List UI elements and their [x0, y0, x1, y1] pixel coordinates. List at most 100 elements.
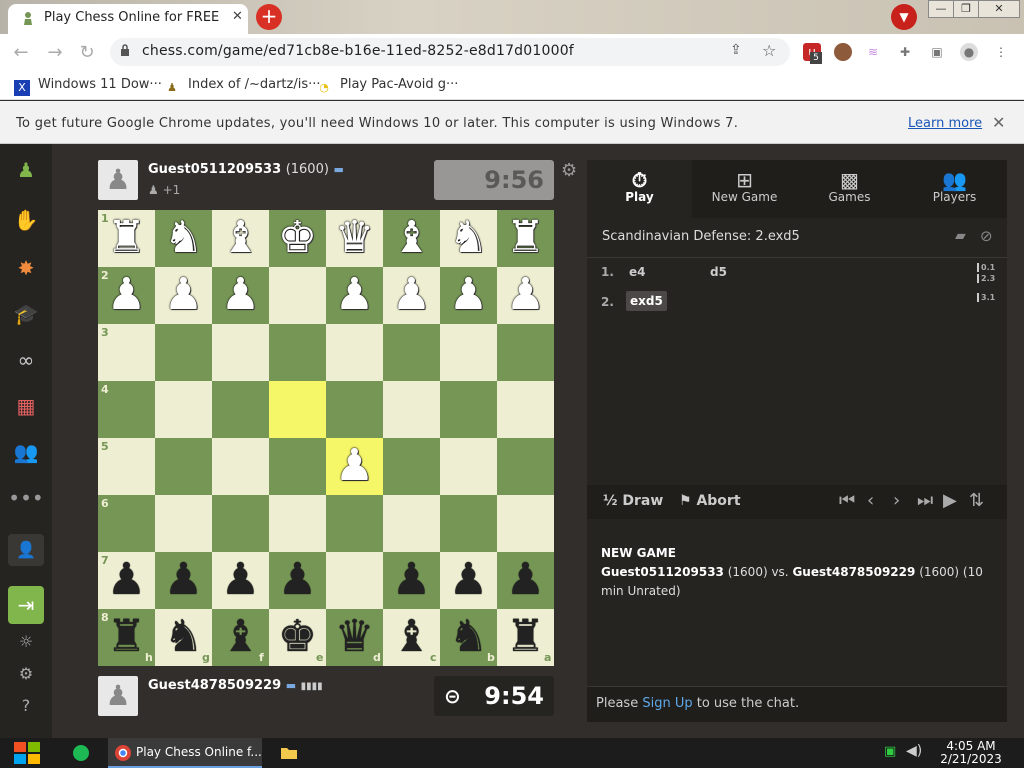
board-square[interactable] — [326, 552, 383, 609]
white-bishop[interactable]: ♝ — [212, 210, 269, 267]
white-pawn[interactable]: ♟ — [155, 267, 212, 324]
bottom-player-avatar[interactable]: ♟ — [98, 676, 138, 716]
window-close-button[interactable]: ✕ — [978, 0, 1020, 18]
white-pawn[interactable]: ♟ — [497, 267, 554, 324]
volume-icon[interactable]: ◀) — [906, 743, 922, 759]
social-icon[interactable]: 👥 — [8, 436, 44, 468]
white-rook[interactable]: ♜ — [497, 210, 554, 267]
back-icon[interactable]: ← — [10, 42, 32, 63]
share-icon[interactable]: ⇪ — [730, 42, 742, 58]
board-square[interactable] — [269, 438, 326, 495]
black-pawn[interactable]: ♟ — [269, 552, 326, 609]
chesscom-logo-icon[interactable]: ♟ — [8, 154, 44, 186]
top-player-avatar[interactable]: ♟ — [98, 160, 138, 200]
chess-board[interactable]: ♜ ♞ ♝ ♚ ♛ ♝ ♞ ♜ 1 ♟ ♟ ♟ ♟ ♟ ♟ ♟ 2 3 4 ♟ 5 6 ♟ ♟ ♟ ♟ ♟ ♟ ♟ 7 ♜ ♞ ♝ ♚ ♛ ♝ ♞ ♜ 8 h… — [98, 210, 554, 666]
board-square[interactable] — [212, 438, 269, 495]
help-icon[interactable]: ? — [8, 690, 44, 722]
bookmark-windows11[interactable]: X Windows 11 Dow··· — [14, 77, 162, 96]
tab-search-button[interactable]: ▼ — [891, 4, 917, 30]
white-knight[interactable]: ♞ — [440, 210, 497, 267]
white-queen[interactable]: ♛ — [326, 210, 383, 267]
board-square[interactable] — [155, 495, 212, 552]
next-move-icon[interactable]: › — [893, 490, 900, 511]
new-tab-button[interactable]: + — [256, 4, 282, 30]
signup-icon[interactable]: 👤 — [8, 534, 44, 566]
first-move-icon[interactable]: ⏮ — [839, 490, 855, 511]
more-icon[interactable]: ••• — [8, 482, 44, 514]
board-square[interactable] — [497, 381, 554, 438]
board-square[interactable] — [440, 495, 497, 552]
profile-extension-icon[interactable] — [834, 43, 852, 61]
maximize-button[interactable]: ❐ — [953, 0, 979, 18]
learn-icon[interactable]: 🎓 — [8, 298, 44, 330]
extension-icon[interactable]: ≋ — [864, 43, 882, 61]
folder-icon[interactable] — [278, 742, 300, 764]
board-square[interactable] — [326, 324, 383, 381]
learn-more-link[interactable]: Learn more — [908, 116, 982, 131]
book-icon[interactable]: ▰ — [955, 228, 966, 244]
board-square[interactable] — [212, 324, 269, 381]
bookmark-index[interactable]: ♟ Index of /~dartz/is··· — [164, 77, 320, 96]
signup-link[interactable]: Sign Up — [642, 696, 692, 711]
board-square[interactable] — [383, 438, 440, 495]
white-knight[interactable]: ♞ — [155, 210, 212, 267]
windows-start-icon[interactable] — [10, 738, 44, 768]
board-square[interactable] — [155, 381, 212, 438]
bookmark-star-icon[interactable]: ☆ — [762, 41, 776, 60]
prev-move-icon[interactable]: ‹ — [867, 490, 874, 511]
move-black[interactable]: d5 — [710, 265, 727, 279]
board-square[interactable] — [383, 324, 440, 381]
abort-button[interactable]: ⚑ Abort — [679, 493, 741, 509]
board-settings-gear-icon[interactable]: ⚙ — [561, 160, 577, 181]
move-white-current[interactable]: exd5 — [626, 291, 667, 311]
side-panel-icon[interactable]: ▣ — [928, 43, 946, 61]
board-square[interactable] — [440, 438, 497, 495]
autoplay-icon[interactable]: ▶ — [943, 490, 957, 511]
white-pawn[interactable]: ♟ — [440, 267, 497, 324]
tab-players[interactable]: 👥 Players — [902, 160, 1007, 218]
settings-icon[interactable]: ⚙ — [8, 658, 44, 690]
board-square[interactable] — [440, 381, 497, 438]
draw-button[interactable]: ½ Draw — [603, 493, 663, 509]
board-square[interactable] — [326, 381, 383, 438]
board-square[interactable] — [269, 324, 326, 381]
tab-new-game[interactable]: ⊞ New Game — [692, 160, 797, 218]
board-square[interactable] — [383, 381, 440, 438]
reload-icon[interactable]: ↻ — [76, 42, 98, 63]
black-pawn[interactable]: ♟ — [155, 552, 212, 609]
compass-icon[interactable]: ⊘ — [980, 227, 993, 245]
black-pawn[interactable]: ♟ — [497, 552, 554, 609]
puzzle-extensions-icon[interactable]: ✚ — [896, 43, 914, 61]
white-king[interactable]: ♚ — [269, 210, 326, 267]
puzzles-icon[interactable]: ✸ — [8, 252, 44, 284]
white-bishop[interactable]: ♝ — [383, 210, 440, 267]
login-icon[interactable]: ⇥ — [8, 586, 44, 624]
board-square[interactable] — [155, 324, 212, 381]
menu-kebab-icon[interactable]: ⋮ — [992, 43, 1010, 61]
white-pawn[interactable]: ♟ — [212, 267, 269, 324]
tab-games[interactable]: ▩ Games — [797, 160, 902, 218]
white-pawn[interactable]: ♟ — [326, 267, 383, 324]
chrome-taskbar-button[interactable]: Play Chess Online f... — [108, 738, 262, 768]
flip-board-icon[interactable]: ⇅ — [969, 490, 984, 511]
watch-icon[interactable]: ∞ — [8, 344, 44, 376]
board-square[interactable] — [269, 495, 326, 552]
board-square[interactable] — [440, 324, 497, 381]
bookmark-pacavoid[interactable]: ◔ Play Pac-Avoid g··· — [316, 77, 458, 96]
board-square[interactable] — [383, 495, 440, 552]
play-icon[interactable]: ✋ — [8, 204, 44, 236]
board-square[interactable] — [212, 381, 269, 438]
top-player-name[interactable]: Guest0511209533 (1600) ▬ — [148, 162, 344, 177]
bottom-player-name[interactable]: Guest4878509229 ▬ ▮▮▮▮ — [148, 678, 323, 693]
board-square[interactable] — [497, 495, 554, 552]
board-square[interactable] — [497, 438, 554, 495]
close-tab-icon[interactable]: ✕ — [232, 9, 243, 24]
spotify-icon[interactable] — [70, 742, 92, 764]
black-pawn[interactable]: ♟ — [440, 552, 497, 609]
board-square[interactable] — [269, 381, 326, 438]
last-move-icon[interactable]: ⏭ — [917, 490, 933, 511]
black-pawn[interactable]: ♟ — [212, 552, 269, 609]
board-square[interactable] — [497, 324, 554, 381]
white-pawn[interactable]: ♟ — [326, 438, 383, 495]
theme-icon[interactable]: ☼ — [8, 626, 44, 658]
